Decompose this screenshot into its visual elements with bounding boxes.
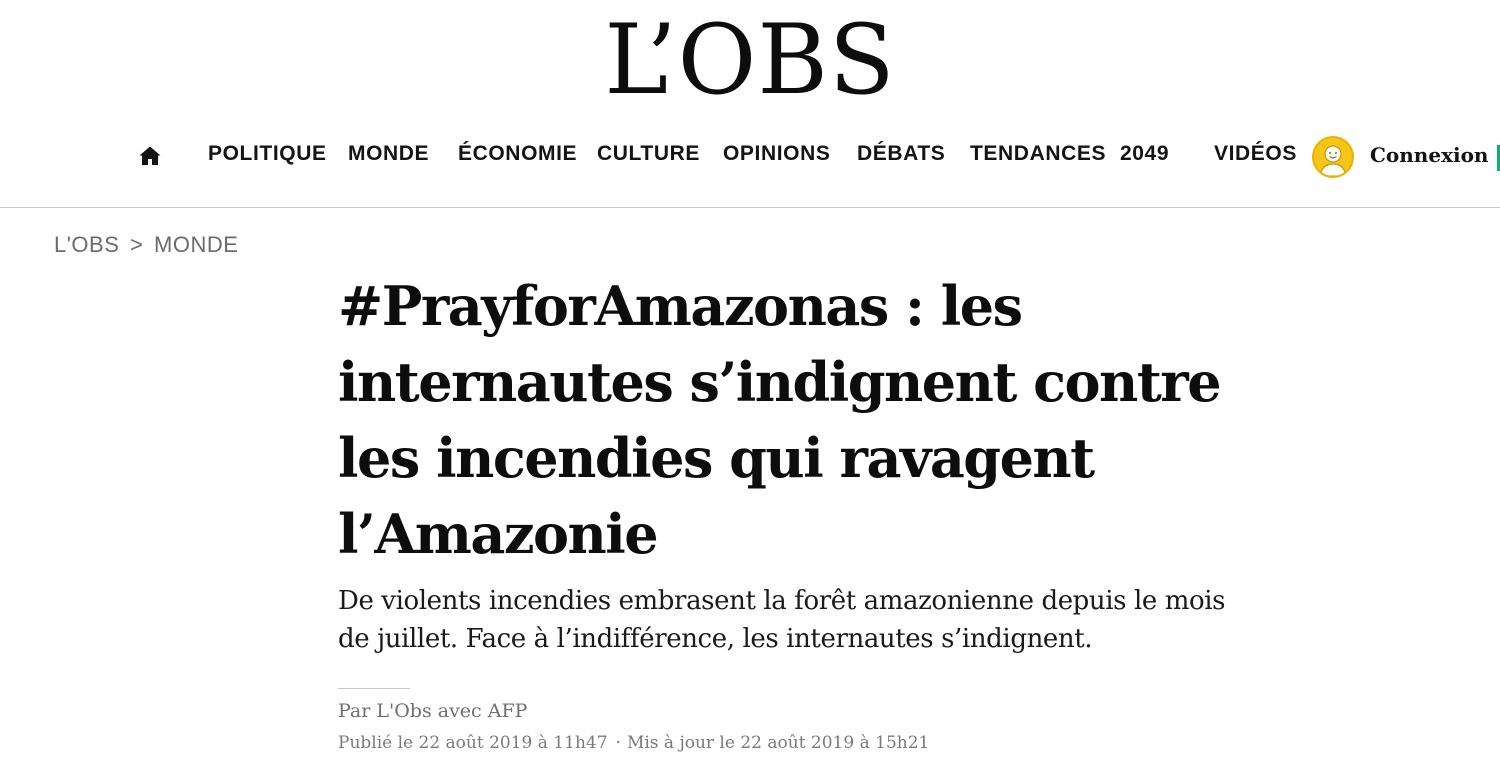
nav-item-debats[interactable]: DÉBATS <box>857 142 945 166</box>
header-divider <box>0 207 1500 208</box>
published-date: Publié le 22 août 2019 à 11h47 <box>338 733 608 753</box>
nav-item-tendances[interactable]: TENDANCES <box>970 142 1106 166</box>
breadcrumb-separator: > <box>130 232 144 257</box>
nav-item-opinions[interactable]: OPINIONS <box>723 142 830 166</box>
article-headline: #PrayforAmazonas : les internautes s’ind… <box>338 274 1222 566</box>
nav-item-economie[interactable]: ÉCONOMIE <box>458 142 577 166</box>
site-logo[interactable]: L’OBS <box>0 7 1500 114</box>
home-icon[interactable] <box>138 144 162 168</box>
nav-item-monde[interactable]: MONDE <box>348 142 429 166</box>
nav-item-videos[interactable]: VIDÉOS <box>1214 142 1297 166</box>
updated-date: Mis à jour le 22 août 2019 à 15h21 <box>626 733 930 753</box>
nav-item-culture[interactable]: CULTURE <box>597 142 700 166</box>
user-avatar-face-icon <box>1319 145 1347 176</box>
breadcrumb-section[interactable]: MONDE <box>154 232 238 257</box>
article-dates: Publié le 22 août 2019 à 11h47 · Mis à jou… <box>338 733 929 753</box>
byline-divider <box>338 688 410 689</box>
user-avatar-icon[interactable] <box>1312 136 1354 178</box>
nav-item-politique[interactable]: POLITIQUE <box>208 142 327 166</box>
login-link[interactable]: Connexion <box>1370 143 1488 167</box>
date-separator: · <box>615 733 621 753</box>
breadcrumb: L'OBS > MONDE <box>54 232 238 258</box>
nav-item-2049[interactable]: 2049 <box>1120 142 1169 166</box>
article-byline: Par L'Obs avec AFP <box>338 700 528 722</box>
breadcrumb-root[interactable]: L'OBS <box>54 232 119 257</box>
article-lede: De violents incendies embrasent la forêt… <box>338 586 1226 654</box>
main-nav: POLITIQUE MONDE ÉCONOMIE CULTURE OPINION… <box>0 136 1500 182</box>
